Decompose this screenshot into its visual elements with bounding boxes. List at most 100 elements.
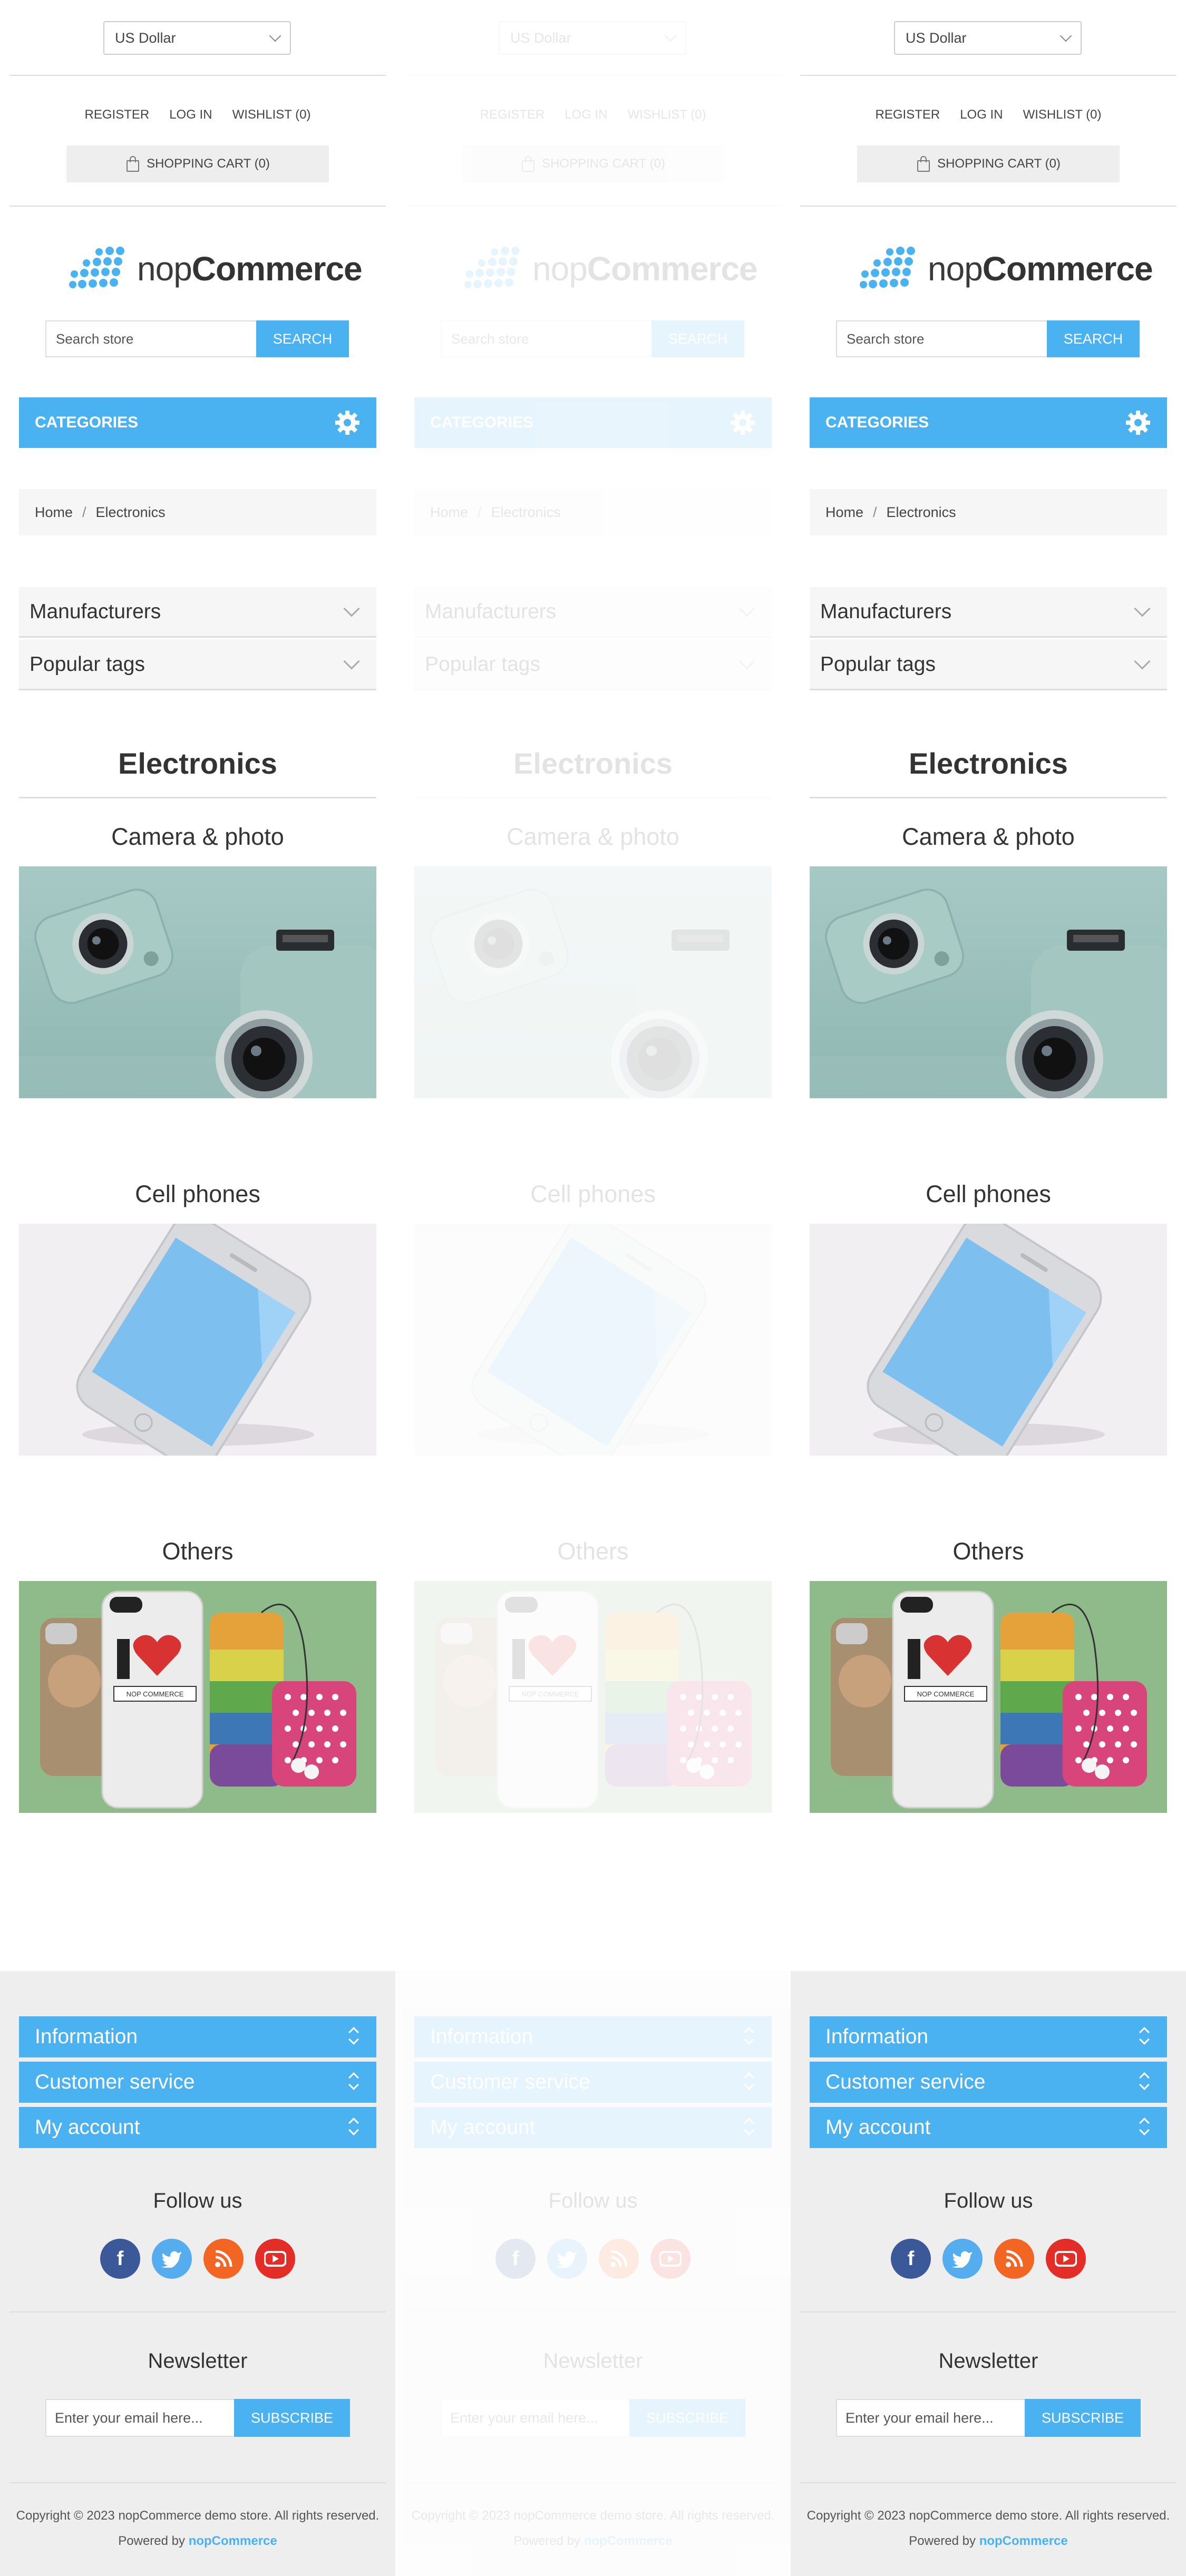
categories-menu-toggle[interactable]: CATEGORIES: [414, 397, 772, 448]
subcategory-image-camera[interactable]: [414, 866, 772, 1098]
twitter-icon[interactable]: [942, 2239, 983, 2279]
powered-by-link[interactable]: nopCommerce: [189, 2534, 277, 2548]
subscribe-button[interactable]: SUBSCRIBE: [629, 2399, 745, 2437]
youtube-icon[interactable]: [650, 2239, 691, 2279]
popular-tags-block[interactable]: Popular tags: [19, 640, 376, 690]
subcategory-title-camera[interactable]: Camera & photo: [810, 823, 1167, 851]
page-title: Electronics: [513, 747, 673, 780]
expand-collapse-icon: [1139, 2117, 1151, 2138]
follow-us-title: Follow us: [548, 2189, 638, 2212]
facebook-icon[interactable]: f: [891, 2239, 931, 2279]
categories-menu-toggle[interactable]: CATEGORIES: [19, 397, 376, 448]
subcategory-image-cell-phones[interactable]: [810, 1224, 1167, 1456]
currency-select[interactable]: US Dollar: [103, 21, 291, 55]
subcategory-title-cell-phones[interactable]: Cell phones: [810, 1180, 1167, 1208]
shopping-cart-link[interactable]: SHOPPING CART (0): [462, 145, 724, 182]
currency-select[interactable]: US Dollar: [894, 21, 1082, 55]
chevron-down-icon: [269, 30, 281, 42]
subcategory-title-others[interactable]: Others: [810, 1538, 1167, 1565]
logo-dots-icon: [69, 247, 124, 288]
divider: [810, 797, 1167, 798]
manufacturers-block[interactable]: Manufacturers: [19, 587, 376, 638]
register-link[interactable]: REGISTER: [876, 108, 940, 122]
subcategory-image-camera[interactable]: [810, 866, 1167, 1098]
manufacturers-label: Manufacturers: [820, 600, 952, 623]
subcategory-title-camera[interactable]: Camera & photo: [19, 823, 376, 851]
search-button[interactable]: SEARCH: [652, 320, 744, 357]
breadcrumb-home[interactable]: Home: [430, 504, 468, 521]
follow-us-title: Follow us: [944, 2189, 1033, 2212]
subcategory-image-cell-phones[interactable]: [19, 1224, 376, 1456]
search-input[interactable]: Search store: [836, 320, 1047, 357]
wishlist-link[interactable]: WISHLIST (0): [232, 108, 311, 122]
popular-tags-block[interactable]: Popular tags: [414, 640, 772, 690]
footer-accordion-information[interactable]: Information: [414, 2016, 772, 2057]
shopping-cart-link[interactable]: SHOPPING CART (0): [857, 145, 1120, 182]
rss-icon[interactable]: [599, 2239, 639, 2279]
twitter-icon[interactable]: [547, 2239, 587, 2279]
subcategory-title-cell-phones[interactable]: Cell phones: [414, 1180, 772, 1208]
accordion-label: Information: [430, 2025, 533, 2048]
twitter-icon[interactable]: [152, 2239, 192, 2279]
store-logo[interactable]: nopCommerce: [67, 242, 363, 295]
footer-accordion-my-account[interactable]: My account: [810, 2107, 1167, 2148]
subcategory-image-others[interactable]: NOP COMMERCE: [19, 1581, 376, 1813]
register-link[interactable]: REGISTER: [85, 108, 150, 122]
manufacturers-block[interactable]: Manufacturers: [414, 587, 772, 638]
subcategory-image-others[interactable]: NOP COMMERCE: [810, 1581, 1167, 1813]
subcategory-title-others[interactable]: Others: [414, 1538, 772, 1565]
wishlist-link[interactable]: WISHLIST (0): [1023, 108, 1102, 122]
store-logo[interactable]: nopCommerce: [858, 242, 1153, 295]
powered-by-link[interactable]: nopCommerce: [584, 2534, 673, 2548]
login-link[interactable]: LOG IN: [960, 108, 1003, 122]
subcategory-title-others[interactable]: Others: [19, 1538, 376, 1565]
subscribe-button[interactable]: SUBSCRIBE: [234, 2399, 350, 2437]
footer-accordion-my-account[interactable]: My account: [414, 2107, 772, 2148]
breadcrumb-current: Electronics: [95, 504, 166, 520]
chevron-down-icon: [343, 600, 360, 617]
footer-accordion-information[interactable]: Information: [810, 2016, 1167, 2057]
subscribe-button[interactable]: SUBSCRIBE: [1025, 2399, 1141, 2437]
rss-icon[interactable]: [203, 2239, 244, 2279]
categories-label: CATEGORIES: [430, 414, 534, 431]
manufacturers-block[interactable]: Manufacturers: [810, 587, 1167, 638]
login-link[interactable]: LOG IN: [565, 108, 607, 122]
footer-accordion-customer-service[interactable]: Customer service: [414, 2062, 772, 2103]
chevron-down-icon: [1134, 600, 1151, 617]
facebook-icon[interactable]: f: [495, 2239, 536, 2279]
subcategory-title-camera[interactable]: Camera & photo: [414, 823, 772, 851]
youtube-icon[interactable]: [255, 2239, 295, 2279]
breadcrumb-home[interactable]: Home: [825, 504, 863, 521]
subcategory-image-cell-phones[interactable]: [414, 1224, 772, 1456]
footer-accordion-customer-service[interactable]: Customer service: [19, 2062, 376, 2103]
subcategory-image-camera[interactable]: [19, 866, 376, 1098]
newsletter-email-input[interactable]: Enter your email here...: [45, 2399, 234, 2437]
powered-by-link[interactable]: nopCommerce: [979, 2534, 1068, 2548]
search-input[interactable]: Search store: [45, 320, 256, 357]
newsletter-email-input[interactable]: Enter your email here...: [836, 2399, 1025, 2437]
youtube-icon[interactable]: [1046, 2239, 1086, 2279]
facebook-icon[interactable]: f: [100, 2239, 140, 2279]
popular-tags-block[interactable]: Popular tags: [810, 640, 1167, 690]
register-link[interactable]: REGISTER: [480, 108, 545, 122]
subcategory-image-others[interactable]: NOP COMMERCE: [414, 1581, 772, 1813]
footer-accordion-my-account[interactable]: My account: [19, 2107, 376, 2148]
footer-accordion-information[interactable]: Information: [19, 2016, 376, 2057]
breadcrumb: Home / Electronics: [810, 489, 1167, 535]
search-input[interactable]: Search store: [441, 320, 652, 357]
search-button[interactable]: SEARCH: [1047, 320, 1140, 357]
rss-icon[interactable]: [994, 2239, 1034, 2279]
footer-accordion-customer-service[interactable]: Customer service: [810, 2062, 1167, 2103]
divider: [9, 75, 386, 76]
search-button[interactable]: SEARCH: [256, 320, 349, 357]
wishlist-link[interactable]: WISHLIST (0): [628, 108, 706, 122]
categories-menu-toggle[interactable]: CATEGORIES: [810, 397, 1167, 448]
login-link[interactable]: LOG IN: [169, 108, 212, 122]
breadcrumb-home[interactable]: Home: [35, 504, 73, 521]
page-view-1: US Dollar REGISTER LOG IN WISHLIST (0) S…: [0, 0, 395, 2576]
shopping-cart-link[interactable]: SHOPPING CART (0): [66, 145, 329, 182]
subcategory-title-cell-phones[interactable]: Cell phones: [19, 1180, 376, 1208]
newsletter-email-input[interactable]: Enter your email here...: [441, 2399, 629, 2437]
currency-select[interactable]: US Dollar: [499, 21, 686, 55]
store-logo[interactable]: nopCommerce: [463, 242, 758, 295]
